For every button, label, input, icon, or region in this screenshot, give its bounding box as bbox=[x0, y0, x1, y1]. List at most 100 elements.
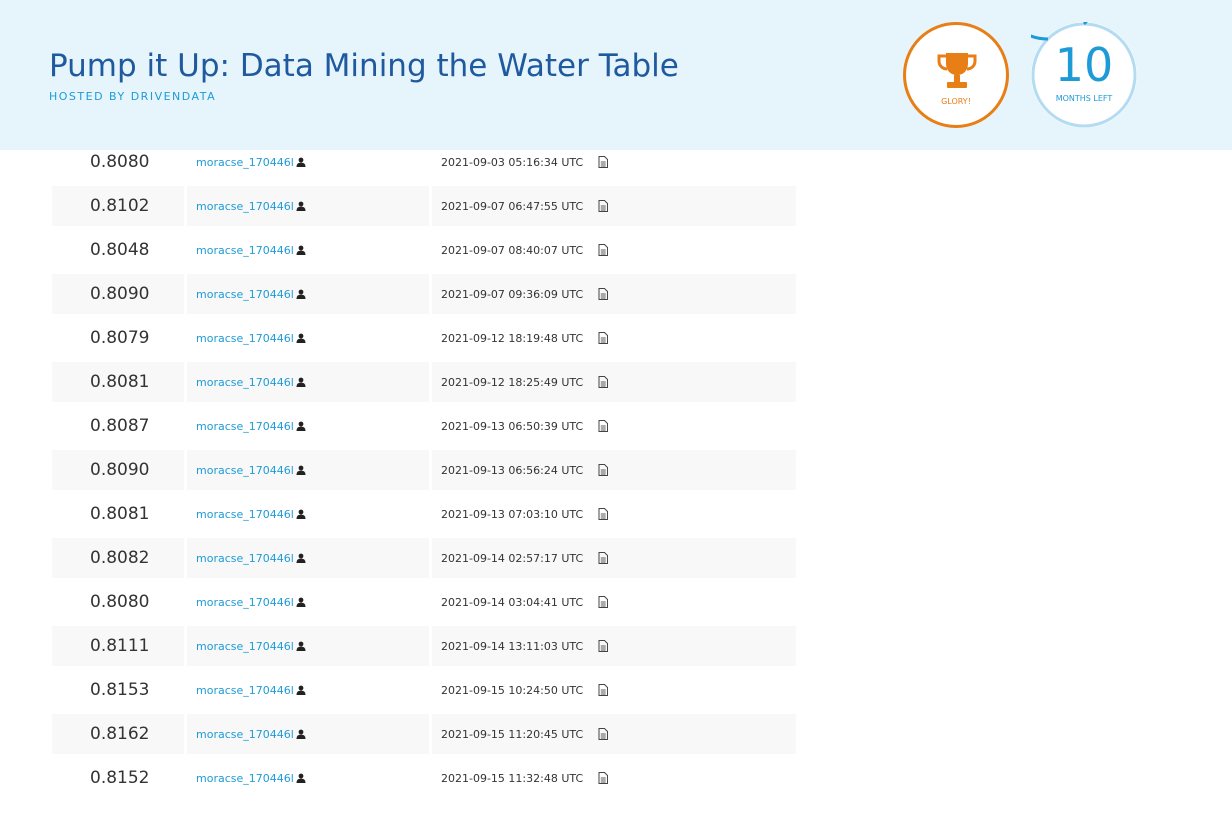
submission-row: 0.8079 moracse_170446l 2021-09-12 18:19:… bbox=[52, 318, 796, 358]
score-cell: 0.8080 bbox=[90, 592, 150, 612]
score-cell: 0.8048 bbox=[90, 240, 150, 260]
timestamp-cell: 2021-09-07 06:47:55 UTC bbox=[432, 186, 796, 226]
submission-timestamp: 2021-09-12 18:25:49 UTC bbox=[441, 375, 584, 389]
submission-timestamp: 2021-09-14 02:57:17 UTC bbox=[441, 551, 584, 565]
username-link[interactable]: moracse_170446l bbox=[196, 772, 294, 785]
person-icon bbox=[296, 729, 306, 739]
score-cell: 0.8102 bbox=[52, 186, 184, 226]
person-icon bbox=[296, 465, 306, 475]
username-link[interactable]: moracse_170446l bbox=[196, 200, 294, 213]
score-cell: 0.8162 bbox=[52, 714, 184, 754]
user-cell: moracse_170446l bbox=[187, 406, 429, 446]
timestamp-cell: 2021-09-14 03:04:41 UTC bbox=[432, 582, 796, 622]
person-icon bbox=[296, 773, 306, 783]
user-cell: moracse_170446l bbox=[187, 758, 429, 798]
document-icon[interactable] bbox=[598, 464, 609, 476]
glory-badge: GLORY! bbox=[903, 22, 1009, 128]
timestamp-cell: 2021-09-12 18:25:49 UTC bbox=[432, 362, 796, 402]
submission-timestamp: 2021-09-14 13:11:03 UTC bbox=[441, 639, 584, 653]
submission-timestamp: 2021-09-07 09:36:09 UTC bbox=[441, 287, 584, 301]
score-cell: 0.8081 bbox=[90, 504, 150, 524]
timestamp-cell: 2021-09-14 02:57:17 UTC bbox=[432, 538, 796, 578]
document-icon[interactable] bbox=[598, 156, 609, 168]
timestamp-cell: 2021-09-15 11:20:45 UTC bbox=[432, 714, 796, 754]
submission-timestamp: 2021-09-13 06:50:39 UTC bbox=[441, 419, 584, 433]
user-cell: moracse_170446l bbox=[187, 626, 429, 666]
score-cell: 0.8111 bbox=[52, 626, 184, 666]
submissions-table: 0.8080 moracse_170446l 2021-09-03 05:16:… bbox=[52, 142, 796, 802]
username-link[interactable]: moracse_170446l bbox=[196, 684, 294, 697]
username-link[interactable]: moracse_170446l bbox=[196, 332, 294, 345]
username-link[interactable]: moracse_170446l bbox=[196, 508, 294, 521]
submission-timestamp: 2021-09-07 08:40:07 UTC bbox=[441, 243, 584, 257]
person-icon bbox=[296, 421, 306, 431]
document-icon[interactable] bbox=[598, 728, 609, 740]
user-cell: moracse_170446l bbox=[187, 230, 429, 270]
submission-row: 0.8152 moracse_170446l 2021-09-15 11:32:… bbox=[52, 758, 796, 798]
username-link[interactable]: moracse_170446l bbox=[196, 420, 294, 433]
document-icon[interactable] bbox=[598, 596, 609, 608]
document-icon[interactable] bbox=[598, 420, 609, 432]
username-link[interactable]: moracse_170446l bbox=[196, 596, 294, 609]
hosted-by-label[interactable]: HOSTED BY DRIVENDATA bbox=[49, 90, 216, 103]
username-link[interactable]: moracse_170446l bbox=[196, 156, 294, 169]
submission-row: 0.8102 moracse_170446l 2021-09-07 06:47:… bbox=[52, 186, 796, 226]
username-link[interactable]: moracse_170446l bbox=[196, 552, 294, 565]
username-link[interactable]: moracse_170446l bbox=[196, 376, 294, 389]
submission-row: 0.8081 moracse_170446l 2021-09-12 18:25:… bbox=[52, 362, 796, 402]
submission-row: 0.8090 moracse_170446l 2021-09-07 09:36:… bbox=[52, 274, 796, 314]
competition-header: Pump it Up: Data Mining the Water Table … bbox=[0, 0, 1232, 150]
timestamp-cell: 2021-09-13 06:56:24 UTC bbox=[432, 450, 796, 490]
score-cell: 0.8082 bbox=[52, 538, 184, 578]
timestamp-cell: 2021-09-12 18:19:48 UTC bbox=[432, 318, 796, 358]
person-icon bbox=[296, 509, 306, 519]
person-icon bbox=[296, 685, 306, 695]
person-icon bbox=[296, 333, 306, 343]
document-icon[interactable] bbox=[598, 684, 609, 696]
username-link[interactable]: moracse_170446l bbox=[196, 728, 294, 741]
username-link[interactable]: moracse_170446l bbox=[196, 464, 294, 477]
submission-row: 0.8081 moracse_170446l 2021-09-13 07:03:… bbox=[52, 494, 796, 534]
document-icon[interactable] bbox=[598, 772, 609, 784]
submission-timestamp: 2021-09-15 11:32:48 UTC bbox=[441, 771, 584, 785]
timestamp-cell: 2021-09-13 06:50:39 UTC bbox=[432, 406, 796, 446]
document-icon[interactable] bbox=[598, 376, 609, 388]
months-left-label: MONTHS LEFT bbox=[1055, 94, 1113, 103]
user-cell: moracse_170446l bbox=[187, 538, 429, 578]
score-cell: 0.8090 bbox=[52, 274, 184, 314]
score-cell: 0.8153 bbox=[90, 680, 150, 700]
document-icon[interactable] bbox=[598, 332, 609, 344]
document-icon[interactable] bbox=[598, 508, 609, 520]
user-cell: moracse_170446l bbox=[187, 318, 429, 358]
user-cell: moracse_170446l bbox=[187, 450, 429, 490]
person-icon bbox=[296, 377, 306, 387]
submission-row: 0.8111 moracse_170446l 2021-09-14 13:11:… bbox=[52, 626, 796, 666]
person-icon bbox=[296, 157, 306, 167]
document-icon[interactable] bbox=[598, 552, 609, 564]
timestamp-cell: 2021-09-15 11:32:48 UTC bbox=[432, 758, 796, 798]
glory-label: GLORY! bbox=[941, 97, 971, 106]
submission-timestamp: 2021-09-14 03:04:41 UTC bbox=[441, 595, 584, 609]
score-cell: 0.8152 bbox=[90, 768, 150, 788]
score-cell: 0.8087 bbox=[90, 416, 150, 436]
submission-timestamp: 2021-09-07 06:47:55 UTC bbox=[441, 199, 584, 213]
user-cell: moracse_170446l bbox=[187, 186, 429, 226]
username-link[interactable]: moracse_170446l bbox=[196, 640, 294, 653]
document-icon[interactable] bbox=[598, 244, 609, 256]
submission-timestamp: 2021-09-13 07:03:10 UTC bbox=[441, 507, 584, 521]
document-icon[interactable] bbox=[598, 640, 609, 652]
document-icon[interactable] bbox=[598, 200, 609, 212]
user-cell: moracse_170446l bbox=[187, 494, 429, 534]
submission-timestamp: 2021-09-13 06:56:24 UTC bbox=[441, 463, 584, 477]
trophy-icon bbox=[937, 53, 977, 88]
submission-timestamp: 2021-09-12 18:19:48 UTC bbox=[441, 331, 584, 345]
score-cell: 0.8090 bbox=[52, 450, 184, 490]
username-link[interactable]: moracse_170446l bbox=[196, 244, 294, 257]
score-cell: 0.8079 bbox=[90, 328, 150, 348]
username-link[interactable]: moracse_170446l bbox=[196, 288, 294, 301]
time-remaining-badge: 10 MONTHS LEFT bbox=[1031, 22, 1137, 128]
submission-row: 0.8090 moracse_170446l 2021-09-13 06:56:… bbox=[52, 450, 796, 490]
document-icon[interactable] bbox=[598, 288, 609, 300]
months-left-value: 10 bbox=[1054, 38, 1114, 92]
submission-row: 0.8153 moracse_170446l 2021-09-15 10:24:… bbox=[52, 670, 796, 710]
